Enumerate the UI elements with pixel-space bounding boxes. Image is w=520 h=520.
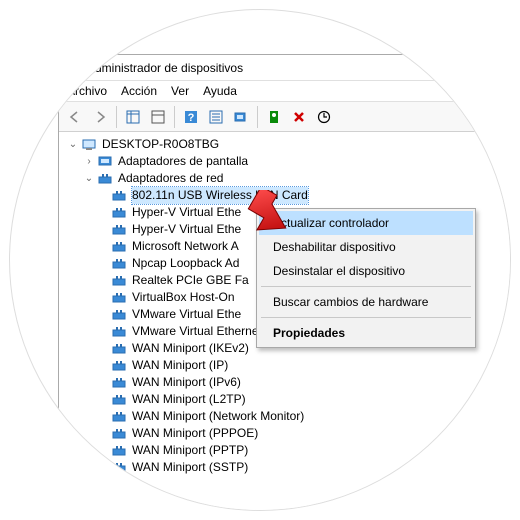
tree-category-label: Adaptadores de pantalla	[118, 153, 248, 170]
menu-view[interactable]: Ver	[171, 84, 189, 98]
network-adapter-icon	[111, 444, 127, 458]
tree-device-item[interactable]: WAN Miniport (IP)	[67, 357, 510, 374]
ctx-separator	[261, 286, 471, 287]
network-adapter-icon	[111, 206, 127, 220]
network-adapter-icon	[111, 427, 127, 441]
tree-device-label: WAN Miniport (SSTP)	[132, 459, 248, 476]
network-adapter-icon	[111, 274, 127, 288]
tree-device-label: WAN Miniport (L2TP)	[132, 391, 246, 408]
tree-device-item[interactable]: 802.11n USB Wireless LAN Card	[67, 187, 510, 204]
tree-device-item[interactable]: WAN Miniport (SSTP)	[67, 459, 510, 476]
tree-device-label: WAN Miniport (PPTP)	[132, 442, 248, 459]
tree-device-label: WAN Miniport (PPPOE)	[132, 425, 258, 442]
ctx-scan-hardware[interactable]: Buscar cambios de hardware	[259, 290, 473, 314]
tree-device-label: VirtualBox Host-On	[132, 289, 235, 306]
tree-root-label: DESKTOP-R0O8TBG	[102, 136, 219, 153]
toolbar-uninstall-button[interactable]	[287, 105, 311, 129]
context-menu: Actualizar controlador Deshabilitar disp…	[256, 208, 476, 348]
network-adapter-icon	[111, 223, 127, 237]
network-adapter-icon	[111, 376, 127, 390]
ctx-update-driver[interactable]: Actualizar controlador	[259, 211, 473, 235]
expand-toggle-icon[interactable]: ⌄	[67, 139, 79, 151]
tree-root[interactable]: ⌄ DESKTOP-R0O8TBG	[67, 136, 510, 153]
tree-device-label: 802.11n USB Wireless LAN Card	[132, 187, 308, 204]
tree-device-item[interactable]: WAN Miniport (PPPOE)	[67, 425, 510, 442]
menu-help[interactable]: Ayuda	[203, 84, 237, 98]
network-adapter-icon	[111, 308, 127, 322]
svg-text:?: ?	[188, 112, 195, 124]
toolbar: ?	[59, 102, 510, 132]
tree-device-label: WAN Miniport (Network Monitor)	[132, 408, 304, 425]
toolbar-scan-button[interactable]	[229, 105, 253, 129]
tree-device-label: Realtek PCIe GBE Fa	[132, 272, 249, 289]
toolbar-forward-button[interactable]	[88, 105, 112, 129]
toolbar-back-button[interactable]	[63, 105, 87, 129]
tree-category-display[interactable]: › Adaptadores de pantalla	[67, 153, 510, 170]
display-adapter-icon	[97, 155, 113, 169]
network-adapter-icon	[97, 172, 113, 186]
network-adapter-icon	[111, 240, 127, 254]
network-adapter-icon	[111, 393, 127, 407]
toolbar-properties-button[interactable]	[146, 105, 170, 129]
device-manager-icon	[65, 60, 81, 76]
network-adapter-icon	[111, 410, 127, 424]
network-adapter-icon	[111, 189, 127, 203]
titlebar: Administrador de dispositivos	[59, 55, 510, 81]
computer-icon	[81, 138, 97, 152]
tree-device-label: Npcap Loopback Ad	[132, 255, 239, 272]
ctx-separator	[261, 317, 471, 318]
toolbar-show-tree-button[interactable]	[121, 105, 145, 129]
toolbar-separator	[257, 106, 258, 128]
ctx-properties[interactable]: Propiedades	[259, 321, 473, 345]
toolbar-update-button[interactable]	[312, 105, 336, 129]
menu-file[interactable]: Archivo	[67, 84, 107, 98]
ctx-disable-device[interactable]: Deshabilitar dispositivo	[259, 235, 473, 259]
tree-device-label: WAN Miniport (IPv6)	[132, 374, 241, 391]
toolbar-separator	[116, 106, 117, 128]
tree-device-label: VMware Virtual Ethe	[132, 306, 241, 323]
network-adapter-icon	[111, 342, 127, 356]
tree-device-item[interactable]: WAN Miniport (IPv6)	[67, 374, 510, 391]
toolbar-details-button[interactable]	[204, 105, 228, 129]
menu-action[interactable]: Acción	[121, 84, 157, 98]
toolbar-separator	[174, 106, 175, 128]
expand-toggle-icon[interactable]: ›	[83, 156, 95, 168]
tree-category-network[interactable]: ⌄ Adaptadores de red	[67, 170, 510, 187]
tree-category-label: Adaptadores de red	[118, 170, 223, 187]
expand-toggle-icon[interactable]: ⌄	[83, 173, 95, 185]
tree-device-label: WAN Miniport (IKEv2)	[132, 340, 249, 357]
tree-device-label: WAN Miniport (IP)	[132, 357, 228, 374]
network-adapter-icon	[111, 291, 127, 305]
tree-device-item[interactable]: WAN Miniport (Network Monitor)	[67, 408, 510, 425]
tree-device-label: Microsoft Network A	[132, 238, 239, 255]
tree-device-item[interactable]: WAN Miniport (L2TP)	[67, 391, 510, 408]
toolbar-add-legacy-button[interactable]	[262, 105, 286, 129]
ctx-uninstall-device[interactable]: Desinstalar el dispositivo	[259, 259, 473, 283]
network-adapter-icon	[111, 257, 127, 271]
toolbar-help-button[interactable]: ?	[179, 105, 203, 129]
tree-device-label: Hyper-V Virtual Ethe	[132, 204, 241, 221]
tree-device-label: Hyper-V Virtual Ethe	[132, 221, 241, 238]
network-adapter-icon	[111, 359, 127, 373]
network-adapter-icon	[111, 461, 127, 475]
tree-device-item[interactable]: WAN Miniport (PPTP)	[67, 442, 510, 459]
window-title: Administrador de dispositivos	[87, 61, 243, 75]
menubar: Archivo Acción Ver Ayuda	[59, 81, 510, 102]
network-adapter-icon	[111, 325, 127, 339]
